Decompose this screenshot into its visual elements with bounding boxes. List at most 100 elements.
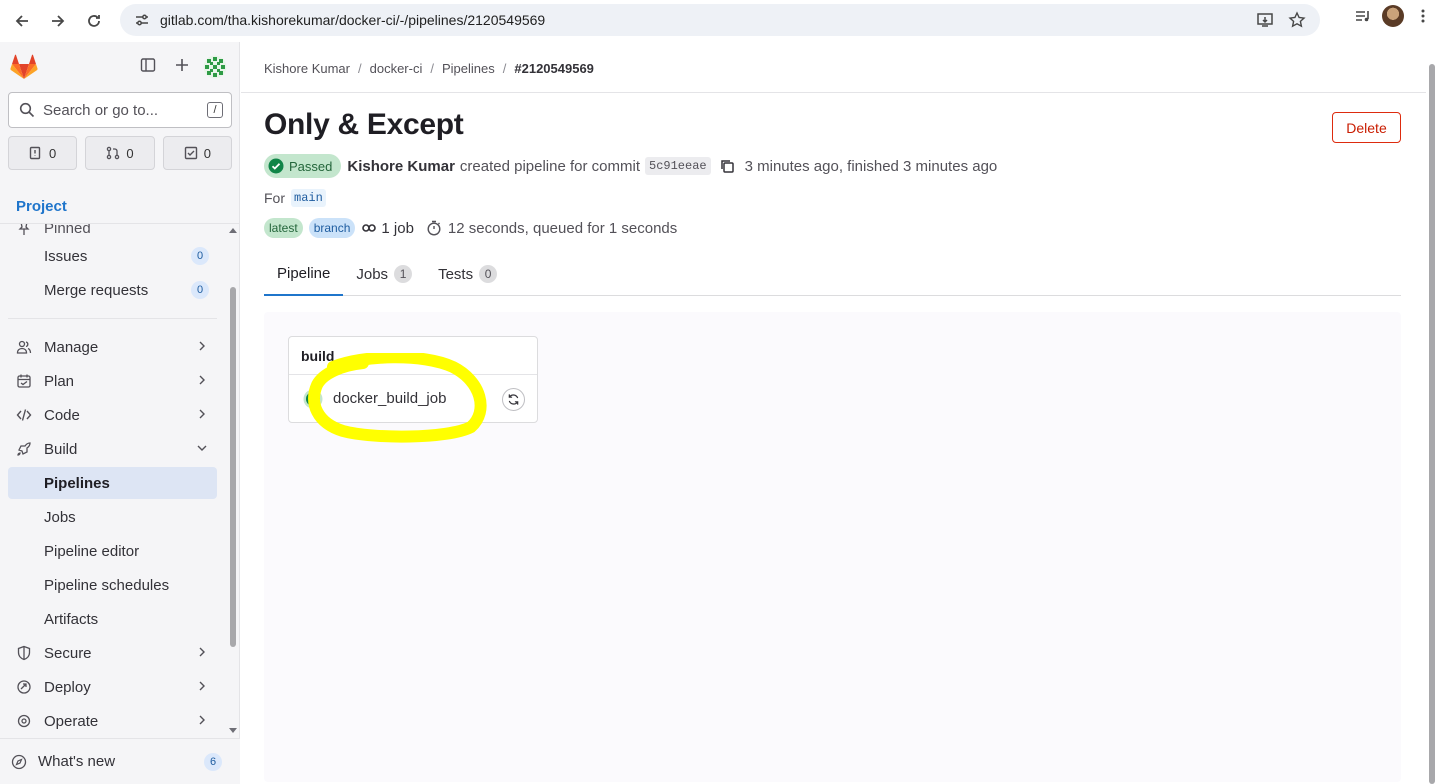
chevron-down-icon bbox=[197, 445, 207, 451]
media-controls-icon[interactable] bbox=[1354, 7, 1372, 25]
search-input[interactable]: Search or go to... / bbox=[8, 92, 232, 128]
sidebar-item-pipelines[interactable]: Pipelines bbox=[8, 467, 217, 499]
sidebar-item-artifacts[interactable]: Artifacts bbox=[8, 603, 217, 635]
sidebar-item-jobs[interactable]: Jobs bbox=[8, 501, 217, 533]
for-label: For bbox=[264, 190, 285, 206]
install-app-icon[interactable] bbox=[1256, 11, 1274, 29]
breadcrumb-separator: / bbox=[502, 61, 507, 76]
breadcrumb-user[interactable]: Kishore Kumar bbox=[264, 61, 350, 76]
page-scroll-thumb[interactable] bbox=[1429, 64, 1435, 784]
breadcrumb-project[interactable]: docker-ci bbox=[370, 61, 423, 76]
delete-button[interactable]: Delete bbox=[1332, 112, 1401, 143]
breadcrumb: Kishore Kumar / docker-ci / Pipelines / … bbox=[264, 61, 594, 76]
sidebar-scroll-thumb[interactable] bbox=[230, 287, 236, 647]
pipeline-details: latest branch 1 job 12 seconds, queued f… bbox=[264, 218, 677, 238]
collapse-sidebar-icon[interactable] bbox=[140, 57, 156, 73]
tab-jobs[interactable]: Jobs 1 bbox=[343, 252, 425, 296]
latest-tag: latest bbox=[264, 218, 303, 238]
tab-tests[interactable]: Tests 0 bbox=[425, 252, 510, 296]
sidebar-item-manage[interactable]: Manage bbox=[8, 331, 217, 363]
todos-count: 0 bbox=[203, 145, 211, 161]
whats-new-button[interactable]: What's new 6 bbox=[0, 738, 240, 784]
planning-icon bbox=[17, 374, 31, 388]
ref-branch-link[interactable]: main bbox=[291, 189, 326, 207]
author-link[interactable]: Kishore Kumar bbox=[347, 158, 455, 175]
user-avatar-icon[interactable] bbox=[203, 55, 227, 79]
create-new-icon[interactable] bbox=[174, 57, 190, 73]
project-section-label: Project bbox=[16, 198, 67, 215]
job-item[interactable]: docker_build_job bbox=[289, 375, 537, 423]
chevron-right-icon bbox=[199, 341, 205, 351]
timer-icon bbox=[427, 220, 441, 236]
sidebar-header bbox=[0, 42, 239, 92]
whats-new-label: What's new bbox=[38, 753, 116, 770]
sidebar-item-label: Merge requests bbox=[44, 281, 149, 299]
sidebar-item-operate[interactable]: Operate bbox=[8, 705, 217, 737]
sidebar-item-plan[interactable]: Plan bbox=[8, 365, 217, 397]
breadcrumb-pipeline-id[interactable]: #2120549569 bbox=[514, 61, 594, 76]
todos-counter[interactable]: 0 bbox=[162, 136, 232, 170]
sidebar-item-label: Pipeline schedules bbox=[44, 576, 170, 594]
url-text[interactable]: gitlab.com/tha.kishorekumar/docker-ci/-/… bbox=[160, 12, 545, 28]
more-menu-icon[interactable] bbox=[1414, 7, 1432, 25]
compass-icon bbox=[11, 754, 27, 770]
sidebar-item-secure[interactable]: Secure bbox=[8, 637, 217, 669]
sidebar-item-label: Code bbox=[44, 406, 80, 424]
stage-name: build bbox=[301, 348, 335, 364]
sidebar-item-deploy[interactable]: Deploy bbox=[8, 671, 217, 703]
gitlab-logo-icon[interactable] bbox=[10, 54, 38, 80]
job-success-icon bbox=[303, 389, 323, 409]
sidebar-item-issues[interactable]: Issues 0 bbox=[8, 240, 217, 272]
merge-requests-badge: 0 bbox=[191, 281, 209, 299]
sidebar-item-pipeline-editor[interactable]: Pipeline editor bbox=[8, 535, 217, 567]
chevron-right-icon bbox=[199, 681, 205, 691]
user-counters: 0 0 0 bbox=[8, 136, 232, 170]
job-count-text: 1 job bbox=[381, 219, 414, 237]
sidebar-item-label: Secure bbox=[44, 644, 92, 662]
status-badge[interactable]: Passed bbox=[264, 154, 342, 178]
back-icon[interactable] bbox=[4, 3, 40, 39]
site-info-icon[interactable] bbox=[134, 12, 150, 28]
tab-label: Jobs bbox=[356, 265, 389, 283]
sidebar-item-label: Deploy bbox=[44, 678, 91, 696]
chevron-right-icon bbox=[199, 715, 205, 725]
sidebar-item-label: Operate bbox=[44, 712, 99, 730]
scroll-down-arrow-icon[interactable] bbox=[229, 728, 237, 734]
sidebar-item-code[interactable]: Code bbox=[8, 399, 217, 431]
issues-badge: 0 bbox=[191, 247, 209, 265]
copy-icon[interactable] bbox=[719, 158, 735, 174]
profile-avatar[interactable] bbox=[1382, 5, 1404, 27]
status-text: Passed bbox=[289, 158, 333, 174]
pipeline-icon bbox=[362, 224, 377, 232]
sidebar-item-label: Pinned bbox=[44, 224, 91, 237]
bookmark-star-icon[interactable] bbox=[1288, 11, 1306, 29]
commit-sha-link[interactable]: 5c91eeae bbox=[645, 157, 711, 175]
tab-pipeline[interactable]: Pipeline bbox=[264, 252, 344, 296]
chevron-right-icon bbox=[199, 647, 205, 657]
address-bar[interactable]: gitlab.com/tha.kishorekumar/docker-ci/-/… bbox=[120, 4, 1320, 36]
issues-count: 0 bbox=[49, 145, 57, 161]
forward-icon[interactable] bbox=[40, 3, 76, 39]
sidebar-item-pipeline-schedules[interactable]: Pipeline schedules bbox=[8, 569, 217, 601]
merge-requests-counter[interactable]: 0 bbox=[85, 136, 155, 170]
breadcrumb-pipelines[interactable]: Pipelines bbox=[442, 61, 495, 76]
sidebar-scrollbar[interactable] bbox=[228, 224, 238, 744]
sidebar-item-label: Manage bbox=[44, 338, 99, 356]
search-placeholder: Search or go to... bbox=[43, 101, 159, 119]
job-name[interactable]: docker_build_job bbox=[333, 390, 446, 407]
tab-count: 1 bbox=[394, 265, 413, 283]
page-scrollbar[interactable] bbox=[1427, 56, 1437, 784]
sidebar-item-merge-requests[interactable]: Merge requests 0 bbox=[8, 274, 217, 306]
retry-job-button[interactable] bbox=[502, 388, 525, 411]
users-icon bbox=[16, 340, 32, 354]
status-success-icon bbox=[268, 158, 284, 174]
chevron-right-icon bbox=[199, 375, 205, 385]
reload-icon[interactable] bbox=[76, 3, 112, 39]
breadcrumb-separator: / bbox=[430, 61, 434, 76]
tab-label: Tests bbox=[438, 265, 474, 283]
created-text: created pipeline for commit bbox=[459, 157, 640, 175]
sidebar-item-build[interactable]: Build bbox=[8, 433, 217, 465]
assigned-issues-counter[interactable]: 0 bbox=[8, 136, 78, 170]
pipeline-ref: For main bbox=[264, 189, 326, 207]
scroll-up-arrow-icon[interactable] bbox=[229, 227, 237, 233]
